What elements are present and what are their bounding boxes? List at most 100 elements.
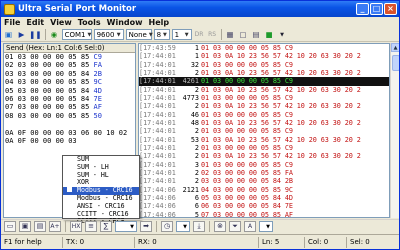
log-row[interactable]: [17:44:01 32 01 03 00 00 00 05 85 C9 bbox=[139, 61, 389, 69]
log-bytes: 01 03 00 00 00 05 85 C9 bbox=[201, 44, 293, 52]
port-select[interactable]: COM1 ▼ bbox=[61, 29, 92, 40]
checksum-menu-item[interactable]: SUM - HL bbox=[63, 171, 139, 180]
stopbits-select[interactable]: 1 ▼ bbox=[171, 29, 192, 40]
vertical-scrollbar[interactable]: ▲ bbox=[390, 43, 399, 218]
log-row[interactable]: [17:44:01 4773 01 03 00 00 00 05 85 C9 bbox=[139, 94, 389, 102]
checksum-menu-label: SUM - LH bbox=[77, 162, 109, 171]
log-row[interactable]: [17:44:01 2 01 03 0A 10 23 56 57 42 10 20 … bbox=[139, 102, 389, 110]
send-row bbox=[4, 120, 135, 128]
rts-toggle[interactable]: RS bbox=[207, 29, 218, 40]
log-timestamp: [17:44:06 bbox=[139, 185, 176, 194]
toolbar: ▣ ▶ ❚❚ ◉ COM1 ▼ 9600 ▼ None ▼ 8 ▼ 1 ▼ DR RS ▦… bbox=[1, 28, 399, 42]
send-row: 0A 0F 00 00 00 03 bbox=[4, 137, 135, 145]
log-timestamp: [17:44:01 bbox=[139, 77, 176, 86]
pause-icon[interactable]: ❚❚ bbox=[29, 29, 42, 40]
log-delta: 2 bbox=[194, 177, 199, 186]
dropdown-arrow-icon[interactable]: ▼ bbox=[277, 29, 288, 40]
log-row[interactable]: [17:44:01 2 01 03 0A 10 23 56 57 42 10 20 … bbox=[139, 86, 389, 94]
log-row[interactable]: [17:44:06 6 06 03 00 00 00 05 84 7E bbox=[139, 202, 389, 210]
clear-icon[interactable]: ⊗ bbox=[214, 221, 226, 232]
send-row-checksum: 4D bbox=[89, 86, 102, 95]
log-row[interactable]: [17:44:01 1 01 03 0A 10 23 56 57 42 10 20 … bbox=[139, 52, 389, 60]
log-row[interactable]: [17:44:01 2 01 03 0A 10 23 56 57 42 10 20 … bbox=[139, 69, 389, 77]
log-row[interactable]: [17:44:01 2 03 03 00 00 00 05 84 2B bbox=[139, 177, 389, 185]
menu-view[interactable]: View bbox=[50, 18, 72, 27]
log-bytes-segment: 05 03 00 00 00 05 bbox=[201, 193, 273, 202]
minimize-button[interactable]: _ bbox=[356, 3, 369, 15]
app-icon bbox=[4, 3, 15, 15]
send-icon[interactable]: ➡ bbox=[140, 221, 152, 232]
menu-tools[interactable]: Tools bbox=[78, 18, 101, 27]
menu-window[interactable]: Window bbox=[107, 18, 143, 27]
log-row[interactable]: [17:44:01 48 01 03 0A 10 23 56 57 42 10 20… bbox=[139, 119, 389, 127]
log-row[interactable]: [17:44:01 2 01 03 00 00 00 05 85 C9 bbox=[139, 127, 389, 135]
log-delta: 32 bbox=[190, 60, 199, 69]
new-doc-icon[interactable]: ▭ bbox=[4, 221, 16, 232]
log-row[interactable]: [17:43:59 1 01 03 00 00 00 05 85 C9 bbox=[139, 44, 389, 52]
close-button[interactable]: × bbox=[384, 3, 397, 15]
send-row: 08 03 00 00 00 05 85 50 bbox=[4, 112, 135, 120]
send-row-checksum: 50 bbox=[89, 111, 102, 120]
log-row[interactable]: [17:44:01 3 01 03 00 00 00 05 85 C9 bbox=[139, 161, 389, 169]
scroll-down-icon[interactable]: ⤓ bbox=[193, 221, 205, 232]
databits-select[interactable]: 8 ▼ bbox=[153, 29, 170, 40]
checksum-icon[interactable]: ∑ bbox=[100, 221, 112, 232]
send-row-bytes: 0A 0F 00 00 00 03 06 00 10 02 bbox=[5, 128, 128, 137]
log-bytes: 01 03 00 00 00 05 85 C9 bbox=[201, 77, 293, 85]
filter-icon[interactable]: ⏷ bbox=[229, 221, 241, 232]
open-file-icon[interactable]: ▣ bbox=[3, 29, 14, 40]
play-icon[interactable]: ▶ bbox=[16, 29, 27, 40]
log-row[interactable]: [17:44:06 5 07 03 00 00 00 05 85 AF bbox=[139, 210, 389, 218]
send-row-checksum: FA bbox=[89, 61, 102, 70]
font-icon[interactable]: A bbox=[244, 221, 256, 232]
log-row[interactable]: [17:44:06 2121 04 03 00 00 00 05 85 9C bbox=[139, 186, 389, 194]
log-row[interactable]: [17:44:06 6 05 03 00 00 00 05 84 4D bbox=[139, 194, 389, 202]
log-row[interactable]: [17:44:01 2 01 03 0A 10 23 56 57 42 10 20 … bbox=[139, 152, 389, 160]
baud-select[interactable]: 9600 ▼ bbox=[93, 29, 124, 40]
send-row-bytes: 08 03 00 00 00 05 85 bbox=[5, 111, 90, 120]
log-row[interactable]: [17:44:01 46 01 03 00 00 00 05 85 C9 bbox=[139, 111, 389, 119]
send-row-bytes: 0A 0F 00 00 00 03 bbox=[5, 136, 77, 145]
log-bytes: 01 03 0A 10 23 56 57 42 10 20 63 30 20 2 bbox=[201, 119, 361, 127]
hex-mode-icon[interactable]: HX bbox=[70, 221, 82, 232]
log-delta: 1 bbox=[194, 52, 199, 61]
open-icon[interactable]: ▤ bbox=[34, 221, 46, 232]
log-timestamp: [17:44:01 bbox=[139, 60, 176, 69]
send-row: 02 03 00 00 00 05 85 FA bbox=[4, 61, 135, 69]
maximize-button[interactable]: □ bbox=[370, 3, 383, 15]
main-window: Ultra Serial Port Monitor _ □ × File Edi… bbox=[0, 0, 400, 250]
parity-select[interactable]: None ▼ bbox=[125, 29, 153, 40]
checksum-menu-label: Modbus - CRC16 bbox=[77, 186, 133, 195]
log-bytes-segment: 85 AF bbox=[272, 210, 293, 218]
send-row-bytes: 04 03 00 00 00 05 85 bbox=[5, 78, 90, 87]
grid-icon[interactable]: ▦ bbox=[225, 29, 236, 40]
checksum-dropdown[interactable]: ▼ bbox=[115, 221, 137, 232]
timer-icon[interactable]: ◷ bbox=[161, 221, 173, 232]
layout-icon[interactable]: ▤ bbox=[251, 29, 262, 40]
status-help: F1 for help bbox=[1, 236, 63, 248]
log-pane[interactable]: [17:43:59 1 01 03 00 00 00 05 85 C9 [17:44:… bbox=[138, 43, 390, 218]
log-bytes-segment: 85 C9 bbox=[272, 44, 293, 52]
save-icon[interactable]: ▣ bbox=[19, 221, 31, 232]
log-timestamp: [17:44:01 bbox=[139, 168, 176, 177]
text-size-icon[interactable]: A+ bbox=[49, 221, 61, 232]
log-bytes-segment: 01 03 0A 10 23 56 57 42 10 20 63 30 20 2 bbox=[201, 152, 361, 161]
menu-help[interactable]: Help bbox=[149, 18, 170, 27]
color-icon[interactable]: ■ bbox=[264, 29, 275, 40]
dtr-toggle[interactable]: DR bbox=[194, 29, 205, 40]
log-bytes: 01 03 0A 10 23 56 57 42 10 20 63 30 20 2 bbox=[201, 152, 361, 160]
log-row[interactable]: [17:44:01 4261 01 03 00 00 00 05 85 C9 bbox=[139, 77, 389, 86]
menu-edit[interactable]: Edit bbox=[26, 18, 44, 27]
timer-dropdown[interactable]: ▼ bbox=[176, 221, 190, 232]
send-toolbar: ▭ ▣ ▤ A+ HX ≡ ∑ ▼ ➡ ◷ ▼ ⤓ ⊗ ⏷ A ▼ bbox=[1, 219, 399, 233]
ascii-mode-icon[interactable]: ≡ bbox=[85, 221, 97, 232]
window-icon[interactable]: ▢ bbox=[238, 29, 249, 40]
view-dropdown[interactable]: ▼ bbox=[259, 221, 273, 232]
menu-file[interactable]: File bbox=[4, 18, 20, 27]
log-delta: 6 bbox=[194, 193, 199, 202]
log-row[interactable]: [17:44:01 2 02 03 00 00 00 05 85 FA bbox=[139, 169, 389, 177]
log-row[interactable]: [17:44:01 53 01 03 0A 10 23 56 57 42 10 20… bbox=[139, 136, 389, 144]
log-row[interactable]: [17:44:01 2 01 03 00 00 00 05 85 C9 bbox=[139, 144, 389, 152]
log-bytes: 01 03 00 00 00 05 85 C9 bbox=[201, 111, 293, 119]
port-icon: ◉ bbox=[50, 30, 58, 39]
